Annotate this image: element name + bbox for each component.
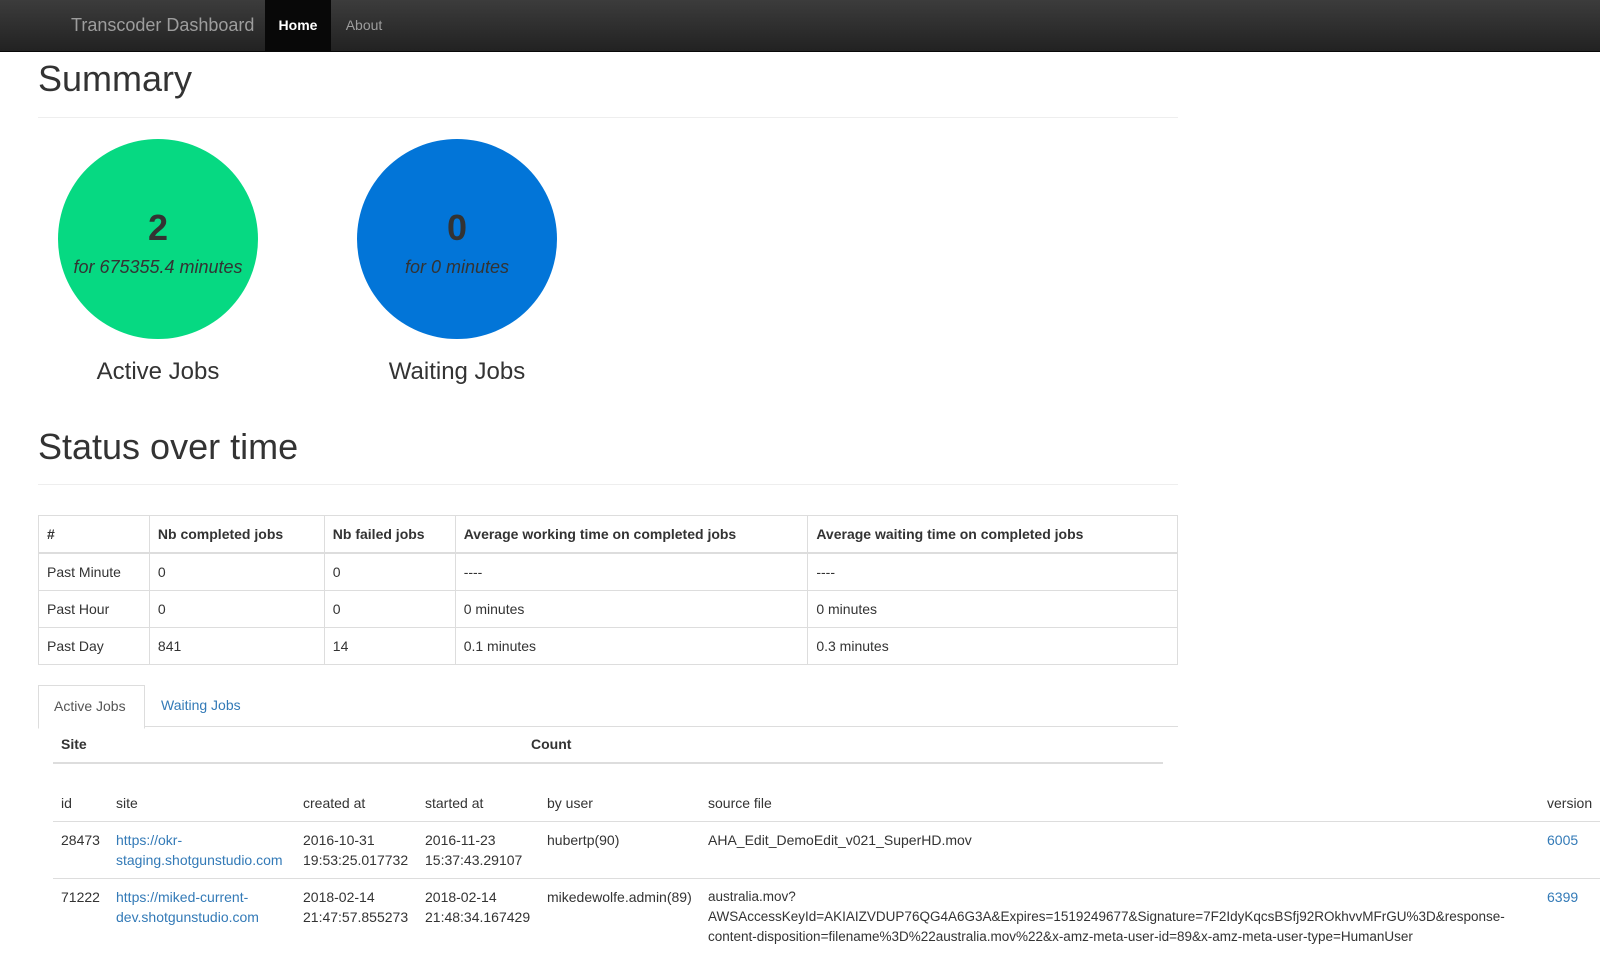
status-table: # Nb completed jobs Nb failed jobs Avera… xyxy=(38,515,1178,665)
jobs-header-version: version xyxy=(1547,795,1593,811)
table-cell: 0 xyxy=(323,552,456,591)
job-user: hubertp(90) xyxy=(547,832,620,848)
table-row: Past Day 841 14 0.1 minutes 0.3 minutes xyxy=(38,627,1178,665)
job-source-line1: AHA_Edit_DemoEdit_v021_SuperHD.mov xyxy=(708,832,972,848)
jobs-header-id: id xyxy=(61,795,72,811)
count-column-header: Count xyxy=(531,736,572,752)
job-site-link-line2[interactable]: staging.shotgunstudio.com xyxy=(116,852,283,868)
job-created-date: 2016-10-31 xyxy=(303,832,375,848)
jobs-header-source: source file xyxy=(708,795,772,811)
waiting-jobs-duration: for 0 minutes xyxy=(404,257,510,277)
table-cell: Past Day xyxy=(38,627,150,665)
job-source-line2: AWSAccessKeyId=AKIAIZVDUP76QG4A6G3A&Expi… xyxy=(708,909,1505,924)
job-started-at: 2018-02-14 21:48:34.167429 xyxy=(425,887,530,927)
job-source-file: AHA_Edit_DemoEdit_v021_SuperHD.mov xyxy=(708,830,972,850)
table-row: Past Hour 0 0 0 minutes 0 minutes xyxy=(38,590,1178,628)
status-header-cell: Nb failed jobs xyxy=(323,515,456,554)
job-created-time: 21:47:57.855273 xyxy=(303,909,409,925)
job-site-link-line2[interactable]: dev.shotgunstudio.com xyxy=(116,909,259,925)
job-started-time: 15:37:43.29107 xyxy=(425,852,523,868)
active-jobs-label: Active Jobs xyxy=(96,358,220,385)
job-started-at: 2016-11-23 15:37:43.29107 xyxy=(425,830,522,870)
active-jobs-count: 2 xyxy=(147,207,169,248)
jobs-header-divider xyxy=(53,821,1600,822)
table-cell: 14 xyxy=(323,627,456,665)
table-cell: 0.3 minutes xyxy=(807,627,1178,665)
site-count-divider xyxy=(53,762,1163,764)
table-cell: Past Minute xyxy=(38,552,150,591)
status-header-cell: # xyxy=(38,515,150,554)
status-header-cell: Average working time on completed jobs xyxy=(454,515,809,554)
table-cell: 0 xyxy=(148,552,325,591)
brand-link[interactable]: Transcoder Dashboard xyxy=(71,15,254,36)
table-cell: 0 minutes xyxy=(807,590,1178,628)
job-version[interactable]: 6399 xyxy=(1547,889,1578,905)
table-cell: Past Hour xyxy=(38,590,150,628)
table-cell: ---- xyxy=(807,552,1178,591)
job-created-time: 19:53:25.017732 xyxy=(303,852,409,868)
table-cell: 0 xyxy=(148,590,325,628)
job-source-line1: australia.mov? xyxy=(708,889,796,904)
tab-waiting-jobs[interactable]: Waiting Jobs xyxy=(146,685,256,726)
tabs-divider xyxy=(38,726,1178,727)
tab-active-jobs[interactable]: Active Jobs xyxy=(38,685,145,729)
jobs-row-divider xyxy=(53,878,1600,879)
table-row: Past Minute 0 0 ---- ---- xyxy=(38,552,1178,591)
job-created-date: 2018-02-14 xyxy=(303,889,375,905)
nav-about[interactable]: About xyxy=(331,0,397,51)
nav-home[interactable]: Home xyxy=(265,0,331,51)
site-column-header: Site xyxy=(61,736,87,752)
divider xyxy=(38,484,1178,485)
job-created-at: 2016-10-31 19:53:25.017732 xyxy=(303,830,408,870)
navbar: Transcoder Dashboard Home About xyxy=(0,0,1600,52)
summary-heading: Summary xyxy=(38,58,193,99)
job-site-link[interactable]: https://miked-current- dev.shotgunstudio… xyxy=(116,887,259,927)
divider xyxy=(38,117,1178,118)
job-user: mikedewolfe.admin(89) xyxy=(547,889,692,905)
waiting-jobs-label: Waiting Jobs xyxy=(388,358,526,385)
waiting-jobs-count: 0 xyxy=(446,207,468,248)
job-started-date: 2016-11-23 xyxy=(425,832,496,848)
job-version[interactable]: 6005 xyxy=(1547,832,1578,848)
job-site-link-line1[interactable]: https://miked-current- xyxy=(116,889,248,905)
job-source-file: australia.mov? AWSAccessKeyId=AKIAIZVDUP… xyxy=(708,887,1528,947)
active-jobs-duration: for 675355.4 minutes xyxy=(73,257,243,277)
job-version-link[interactable]: 6399 xyxy=(1547,887,1578,907)
table-cell: 0 minutes xyxy=(454,590,809,628)
jobs-header-created: created at xyxy=(303,795,366,811)
active-jobs-circle: 2 for 675355.4 minutes xyxy=(58,139,258,339)
status-header-cell: Average waiting time on completed jobs xyxy=(807,515,1178,554)
job-id: 71222 xyxy=(61,889,100,905)
table-cell: 841 xyxy=(148,627,325,665)
table-cell: 0.1 minutes xyxy=(454,627,809,665)
job-site-link-line1[interactable]: https://okr- xyxy=(116,832,182,848)
table-cell: 0 xyxy=(323,590,456,628)
job-started-time: 21:48:34.167429 xyxy=(425,909,531,925)
job-version-link[interactable]: 6005 xyxy=(1547,830,1578,850)
job-started-date: 2018-02-14 xyxy=(425,889,497,905)
table-cell: ---- xyxy=(454,552,809,591)
job-id: 28473 xyxy=(61,832,100,848)
waiting-jobs-circle: 0 for 0 minutes xyxy=(357,139,557,339)
status-header-row: # Nb completed jobs Nb failed jobs Avera… xyxy=(38,515,1178,554)
jobs-header-started: started at xyxy=(425,795,484,811)
status-heading: Status over time xyxy=(38,426,299,467)
status-header-cell: Nb completed jobs xyxy=(148,515,325,554)
jobs-header-user: by user xyxy=(547,795,593,811)
job-site-link[interactable]: https://okr- staging.shotgunstudio.com xyxy=(116,830,283,870)
job-source-line3: content-disposition=filename%3D%22austra… xyxy=(708,929,1413,944)
job-created-at: 2018-02-14 21:47:57.855273 xyxy=(303,887,408,927)
jobs-header-site: site xyxy=(116,795,138,811)
